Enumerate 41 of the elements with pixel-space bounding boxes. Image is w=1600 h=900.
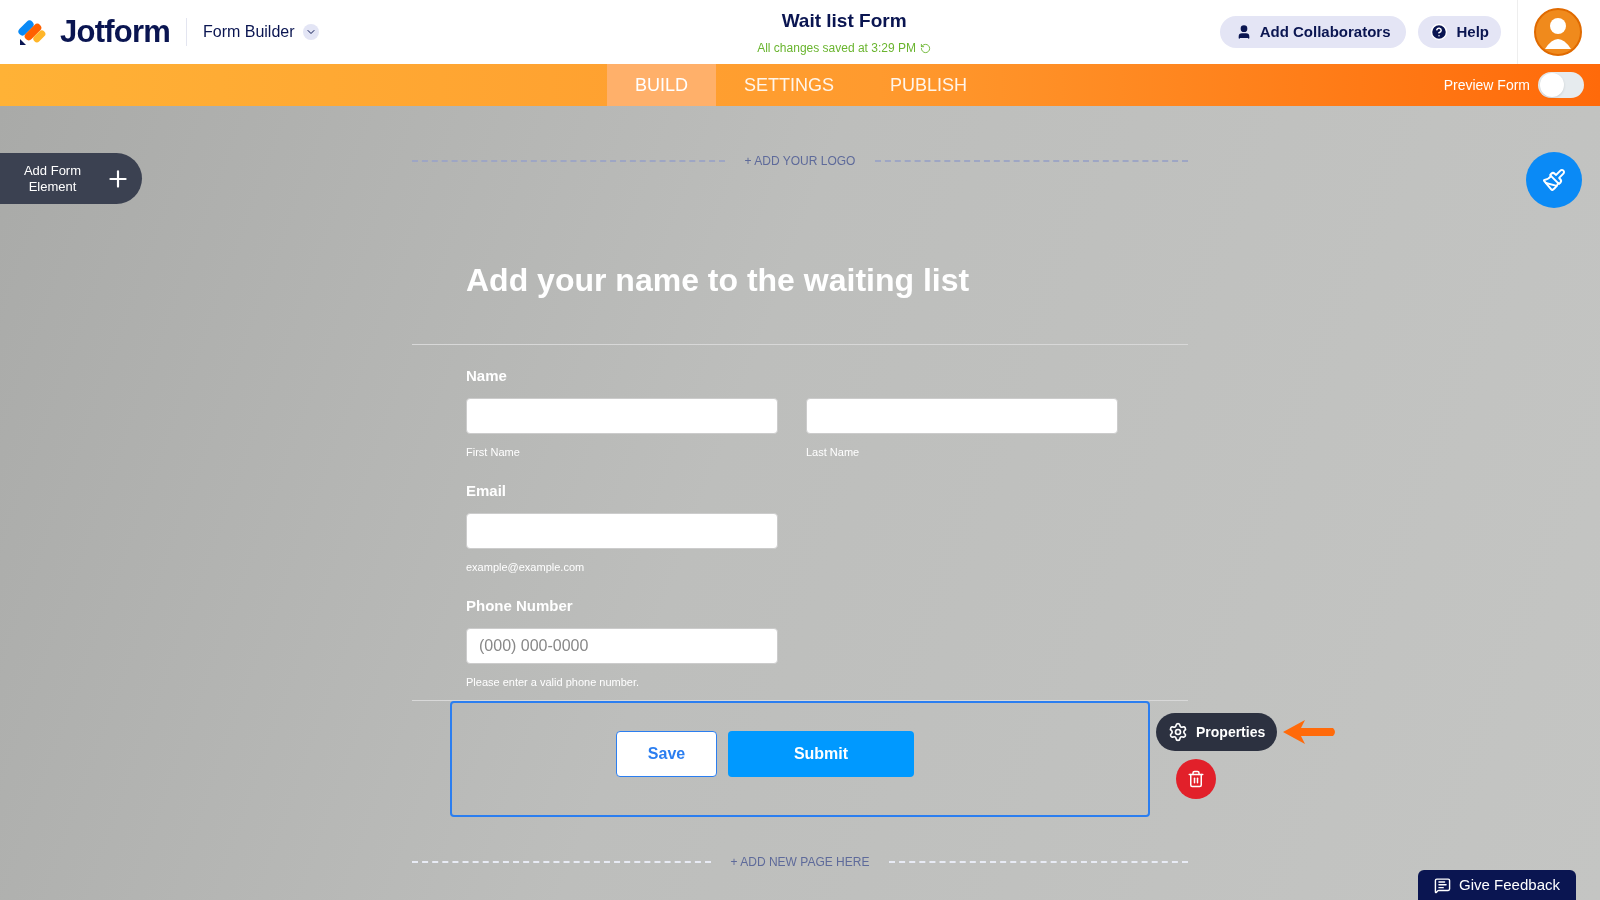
field-sublabel: example@example.com: [466, 559, 586, 575]
add-new-page-link[interactable]: + ADD NEW PAGE HERE: [710, 853, 890, 871]
field-label: Email: [466, 481, 508, 501]
text-input[interactable]: [466, 397, 778, 434]
nav-tab[interactable]: PUBLISH: [862, 64, 996, 106]
give-feedback-button[interactable]: Give Feedback: [1418, 870, 1576, 900]
brand-name: Jotform: [60, 12, 170, 51]
arrow-icon: [1281, 717, 1338, 747]
text-input[interactable]: [466, 512, 778, 549]
person-silhouette-icon: [1543, 15, 1573, 49]
field-label: Name: [466, 366, 508, 386]
form-title: Wait list Form: [781, 8, 907, 33]
add-logo-link[interactable]: + ADD YOUR LOGO: [724, 152, 876, 170]
refresh-icon: [919, 42, 931, 54]
form-button[interactable]: Submit: [728, 731, 914, 777]
preview-label: Preview Form: [1443, 75, 1530, 95]
delete-button[interactable]: [1176, 759, 1216, 799]
settings-icon: [1168, 722, 1188, 742]
add-collaborators-button[interactable]: Add Collaborators: [1219, 16, 1407, 48]
logo-icon: [18, 17, 48, 47]
selected-field-frame[interactable]: Save Submit: [450, 701, 1150, 817]
form-button[interactable]: Save: [616, 731, 717, 777]
text-input[interactable]: [806, 397, 1118, 434]
brush-icon: [1542, 168, 1566, 192]
avatar[interactable]: [1534, 8, 1582, 56]
text-input[interactable]: (000) 000-0000: [466, 627, 778, 664]
form-heading: Add your name to the waiting list: [466, 261, 971, 300]
add-form-element-button[interactable]: Add Form Element: [0, 153, 142, 204]
builder-menu[interactable]: Form Builder: [202, 20, 319, 44]
trash-icon: [1187, 770, 1205, 788]
field-sublabel: Please enter a valid phone number.: [466, 674, 641, 690]
properties-button[interactable]: Properties: [1156, 713, 1278, 751]
help-icon: [1430, 23, 1449, 41]
preview-toggle[interactable]: [1538, 72, 1584, 98]
field-label: Phone Number: [466, 596, 574, 616]
feedback-icon: [1434, 876, 1452, 894]
help-button[interactable]: Help: [1418, 16, 1501, 48]
chevron-down-icon: [302, 24, 319, 40]
field-sublabel: First Name: [466, 444, 521, 460]
field-sublabel: Last Name: [806, 444, 861, 460]
save-status: All changes saved at 3:29 PM: [757, 39, 931, 58]
